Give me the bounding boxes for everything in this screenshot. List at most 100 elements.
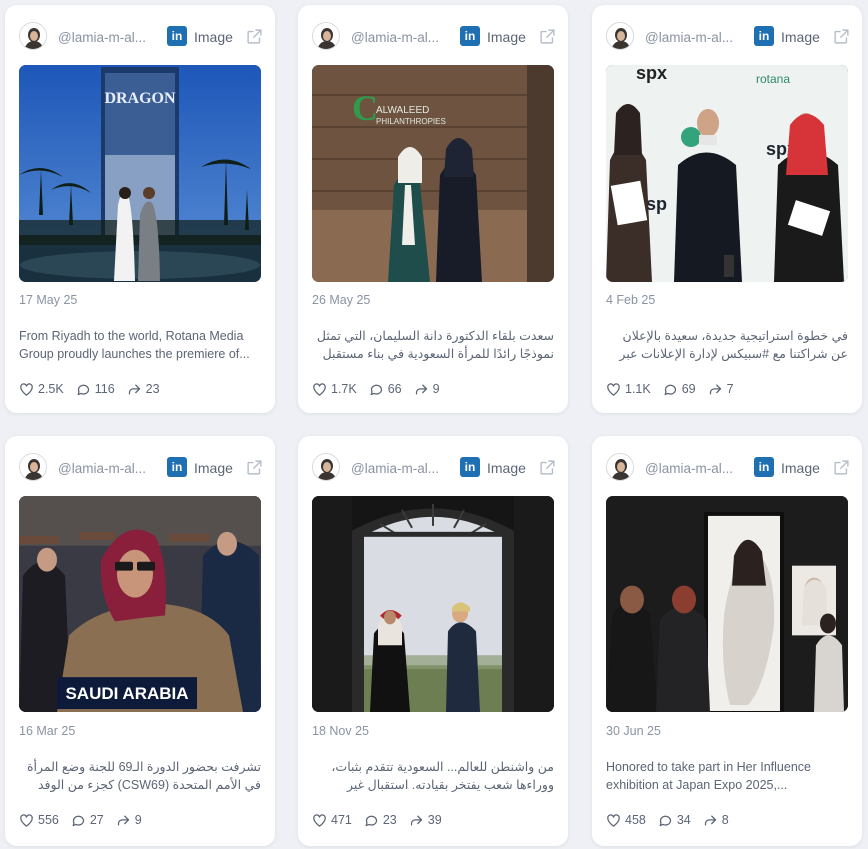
author-handle[interactable]: @lamia-m-al... bbox=[58, 30, 154, 45]
card-header: @lamia-m-al... in Image bbox=[19, 22, 263, 52]
post-type-label: Image bbox=[487, 29, 526, 45]
likes-stat: 1.1K bbox=[606, 382, 651, 397]
comments-count: 66 bbox=[387, 382, 402, 396]
post-card[interactable]: @lamia-m-al... in Image C ALWALEED PHILA… bbox=[298, 5, 568, 413]
card-header: @lamia-m-al... in Image bbox=[19, 453, 263, 483]
shares-stat: 9 bbox=[414, 382, 440, 397]
comment-icon bbox=[76, 382, 95, 397]
likes-stat: 1.7K bbox=[312, 382, 357, 397]
avatar-icon[interactable] bbox=[19, 22, 47, 50]
post-type-label: Image bbox=[781, 460, 820, 476]
external-link-icon[interactable] bbox=[246, 28, 263, 45]
post-card[interactable]: @lamia-m-al... in Image DRAGON 17 May 25… bbox=[5, 5, 275, 413]
external-link-icon[interactable] bbox=[246, 459, 263, 476]
svg-text:spx: spx bbox=[636, 65, 667, 83]
comments-stat: 27 bbox=[71, 813, 104, 828]
post-type-label: Image bbox=[781, 29, 820, 45]
linkedin-icon: in bbox=[754, 457, 774, 477]
likes-count: 1.7K bbox=[331, 382, 357, 396]
external-link-icon[interactable] bbox=[833, 28, 850, 45]
post-caption: تشرفت بحضور الدورة الـ69 للجنة وضع المرأ… bbox=[26, 760, 261, 792]
post-card[interactable]: @lamia-m-al... in Image SAUDI ARABIA 16 … bbox=[5, 436, 275, 846]
comments-stat: 69 bbox=[663, 382, 696, 397]
post-image[interactable]: DRAGON bbox=[19, 65, 261, 282]
post-type-label: Image bbox=[194, 460, 233, 476]
card-header: @lamia-m-al... in Image bbox=[606, 453, 850, 483]
linkedin-icon: in bbox=[167, 457, 187, 477]
svg-text:PHILANTHROPIES: PHILANTHROPIES bbox=[376, 117, 446, 126]
heart-icon bbox=[312, 382, 331, 397]
post-image[interactable]: C ALWALEED PHILANTHROPIES bbox=[312, 65, 554, 282]
author-handle[interactable]: @lamia-m-al... bbox=[645, 30, 741, 45]
share-icon bbox=[708, 382, 727, 397]
comments-stat: 66 bbox=[369, 382, 402, 397]
engagement-stats: 1.7K 66 9 bbox=[312, 381, 554, 397]
shares-stat: 39 bbox=[409, 813, 442, 828]
heart-icon bbox=[19, 813, 38, 828]
post-caption: من واشنطن للعالم... السعودية تتقدم بثبات… bbox=[331, 760, 554, 792]
share-icon bbox=[703, 813, 722, 828]
card-header: @lamia-m-al... in Image bbox=[606, 22, 850, 52]
avatar-icon[interactable] bbox=[606, 22, 634, 50]
svg-text:SAUDI ARABIA: SAUDI ARABIA bbox=[65, 684, 188, 703]
post-card[interactable]: @lamia-m-al... in Image 30 Jun 25 Honore… bbox=[592, 436, 862, 846]
heart-icon bbox=[606, 382, 625, 397]
shares-count: 39 bbox=[427, 813, 442, 827]
post-image[interactable] bbox=[606, 496, 848, 712]
external-link-icon[interactable] bbox=[833, 459, 850, 476]
card-header: @lamia-m-al... in Image bbox=[312, 22, 556, 52]
post-image[interactable] bbox=[312, 496, 554, 712]
author-handle[interactable]: @lamia-m-al... bbox=[645, 461, 741, 476]
linkedin-icon: in bbox=[460, 457, 480, 477]
author-handle[interactable]: @lamia-m-al... bbox=[351, 30, 447, 45]
likes-count: 471 bbox=[331, 813, 352, 827]
share-icon bbox=[127, 382, 146, 397]
likes-stat: 556 bbox=[19, 813, 59, 828]
author-handle[interactable]: @lamia-m-al... bbox=[351, 461, 447, 476]
post-type-label: Image bbox=[487, 460, 526, 476]
comment-icon bbox=[71, 813, 90, 828]
post-image[interactable]: SAUDI ARABIA bbox=[19, 496, 261, 712]
likes-stat: 2.5K bbox=[19, 382, 64, 397]
likes-count: 458 bbox=[625, 813, 646, 827]
avatar-icon[interactable] bbox=[19, 453, 47, 481]
shares-stat: 23 bbox=[127, 382, 160, 397]
post-type-label: Image bbox=[194, 29, 233, 45]
post-card[interactable]: @lamia-m-al... in Image spx rotana spx s… bbox=[592, 5, 862, 413]
post-caption: From Riyadh to the world, Rotana Media G… bbox=[19, 329, 250, 361]
comments-count: 116 bbox=[94, 382, 115, 396]
comments-count: 23 bbox=[382, 813, 397, 827]
author-handle[interactable]: @lamia-m-al... bbox=[58, 461, 154, 476]
avatar-icon[interactable] bbox=[606, 453, 634, 481]
post-date: 4 Feb 25 bbox=[606, 293, 656, 307]
svg-text:ALWALEED: ALWALEED bbox=[376, 105, 429, 116]
post-date: 16 Mar 25 bbox=[19, 724, 76, 738]
post-caption: في خطوة استراتيجية جديدة، سعيدة بالإعلان… bbox=[619, 329, 848, 361]
engagement-stats: 458 34 8 bbox=[606, 812, 848, 828]
post-card[interactable]: @lamia-m-al... in Image 18 Nov 25 من واش… bbox=[298, 436, 568, 846]
comments-count: 34 bbox=[676, 813, 691, 827]
comments-stat: 34 bbox=[658, 813, 691, 828]
comment-icon bbox=[663, 382, 682, 397]
shares-count: 7 bbox=[726, 382, 734, 396]
shares-count: 9 bbox=[134, 813, 142, 827]
engagement-stats: 471 23 39 bbox=[312, 812, 554, 828]
linkedin-icon: in bbox=[754, 26, 774, 46]
comments-stat: 23 bbox=[364, 813, 397, 828]
likes-stat: 458 bbox=[606, 813, 646, 828]
external-link-icon[interactable] bbox=[539, 28, 556, 45]
post-date: 30 Jun 25 bbox=[606, 724, 661, 738]
likes-count: 2.5K bbox=[38, 382, 64, 396]
linkedin-icon: in bbox=[460, 26, 480, 46]
avatar-icon[interactable] bbox=[312, 453, 340, 481]
avatar-icon[interactable] bbox=[312, 22, 340, 50]
card-header: @lamia-m-al... in Image bbox=[312, 453, 556, 483]
shares-count: 9 bbox=[432, 382, 440, 396]
shares-stat: 7 bbox=[708, 382, 734, 397]
post-date: 17 May 25 bbox=[19, 293, 78, 307]
engagement-stats: 2.5K 116 23 bbox=[19, 381, 261, 397]
comment-icon bbox=[369, 382, 388, 397]
external-link-icon[interactable] bbox=[539, 459, 556, 476]
post-image[interactable]: spx rotana spx sp bbox=[606, 65, 848, 282]
comments-stat: 116 bbox=[76, 382, 115, 397]
